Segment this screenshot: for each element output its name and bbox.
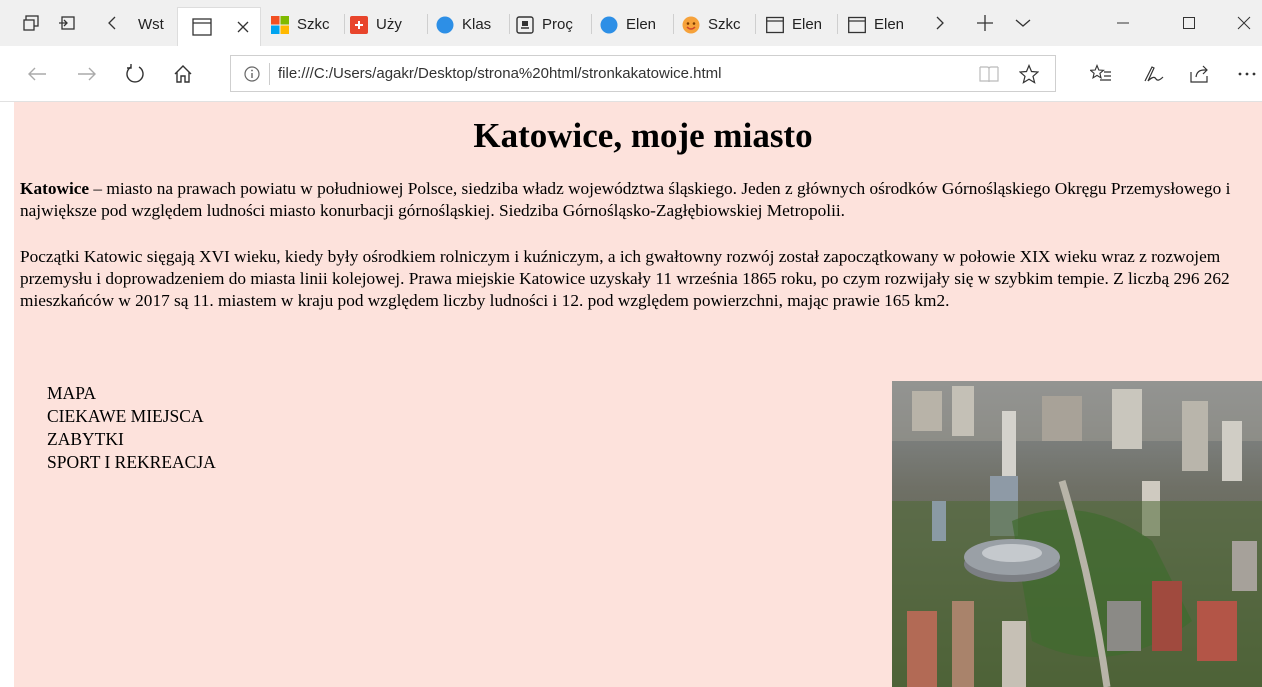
tab-label: Wst (138, 16, 164, 33)
address-toolbar: file:///C:/Users/agakr/Desktop/strona%20… (0, 46, 1262, 102)
list-item: •SPORT I REKREACJA (14, 451, 216, 474)
tab-manager-icon[interactable] (16, 7, 46, 39)
window-icon (766, 16, 784, 33)
menu-item-mapa: MAPA (47, 383, 96, 403)
window-icon (848, 16, 866, 33)
scroll-tabs-left-icon[interactable] (100, 7, 124, 39)
scroll-tabs-right-icon[interactable] (928, 7, 952, 39)
intro-paragraph: Katowice – miasto na prawach powiatu w p… (20, 178, 1262, 222)
set-aside-tabs-icon[interactable] (52, 7, 82, 39)
bullet: • (14, 382, 47, 405)
windows-logo-icon (271, 15, 289, 34)
orange-face-icon (682, 16, 700, 33)
menu-item-zabytki: ZABYTKI (47, 429, 124, 449)
tab-4[interactable]: Klas (428, 7, 508, 42)
blue-circle-icon (600, 16, 618, 33)
favorites-list-icon[interactable] (1086, 60, 1116, 88)
minimize-icon[interactable] (1100, 7, 1146, 39)
tab-label: Szkc (708, 16, 741, 33)
list-item: •CIEKAWE MIEJSCA (14, 405, 216, 428)
window-left-strip (0, 102, 14, 687)
city-name-bold: Katowice (20, 179, 90, 198)
forward-arrow-icon[interactable] (72, 60, 102, 88)
intro-text: – miasto na prawach powiatu w południowe… (20, 179, 1231, 220)
tab-label: Elen (626, 16, 657, 33)
url-divider (269, 62, 270, 85)
history-paragraph: Początki Katowic sięgają XVI wieku, kied… (20, 247, 1230, 310)
new-tab-icon[interactable] (970, 7, 1000, 39)
tab-divider (344, 14, 345, 34)
url-text[interactable]: file:///C:/Users/agakr/Desktop/strona%20… (278, 65, 722, 82)
tab-3[interactable]: Uży (346, 7, 426, 42)
page-title: Katowice, moje miasto (473, 116, 813, 155)
maximize-icon[interactable] (1166, 7, 1212, 39)
tab-7[interactable]: Szkc (674, 7, 754, 42)
tab-label: Elen (874, 16, 905, 33)
red-app-icon (350, 15, 368, 34)
close-window-icon[interactable] (1226, 7, 1262, 39)
bullet: • (14, 428, 47, 451)
info-icon[interactable] (243, 65, 261, 83)
tab-0[interactable]: Wst (132, 7, 177, 42)
menu-item-sport: SPORT I REKREACJA (47, 452, 216, 472)
refresh-icon[interactable] (120, 60, 150, 88)
home-icon[interactable] (166, 60, 200, 88)
tab-5[interactable]: Proç (510, 7, 590, 42)
bullet: • (14, 405, 47, 428)
bullet: • (14, 451, 47, 474)
tab-2[interactable]: Szkc (263, 7, 343, 42)
tab-6[interactable]: Elen (592, 7, 672, 42)
address-field[interactable]: file:///C:/Users/agakr/Desktop/strona%20… (230, 55, 1056, 92)
back-arrow-icon[interactable] (22, 60, 52, 88)
tab-preview-chevron-icon[interactable] (1008, 7, 1038, 39)
tab-label: Elen (792, 16, 823, 33)
download-icon (516, 15, 534, 34)
tab-bar: Wst Szkc Uży Klas Proç Elen Szkc Elen El… (0, 0, 1262, 46)
favorite-star-icon[interactable] (1019, 64, 1039, 84)
close-tab-icon[interactable] (236, 20, 250, 34)
list-item: •ZABYTKI (14, 428, 216, 451)
tab-8[interactable]: Elen (756, 7, 836, 42)
more-icon[interactable] (1232, 60, 1262, 88)
tab-9[interactable]: Elen (838, 7, 918, 42)
page-content: Katowice, moje miasto Katowice – miasto … (14, 102, 1262, 687)
katowice-aerial-photo (892, 381, 1262, 687)
tab-active[interactable] (177, 7, 261, 46)
share-icon[interactable] (1184, 60, 1214, 88)
pen-icon[interactable] (1138, 60, 1168, 88)
tab-label: Uży (376, 16, 402, 33)
tab-label: Proç (542, 16, 573, 33)
window-icon (192, 18, 212, 36)
tab-label: Klas (462, 16, 492, 33)
reading-view-icon[interactable] (979, 65, 999, 83)
blue-circle-icon (436, 16, 454, 33)
tab-label: Szkc (297, 16, 330, 33)
list-item: •MAPA (14, 382, 216, 405)
nav-list: •MAPA •CIEKAWE MIEJSCA •ZABYTKI •SPORT I… (14, 382, 216, 474)
menu-item-ciekawe-miejsca: CIEKAWE MIEJSCA (47, 406, 204, 426)
